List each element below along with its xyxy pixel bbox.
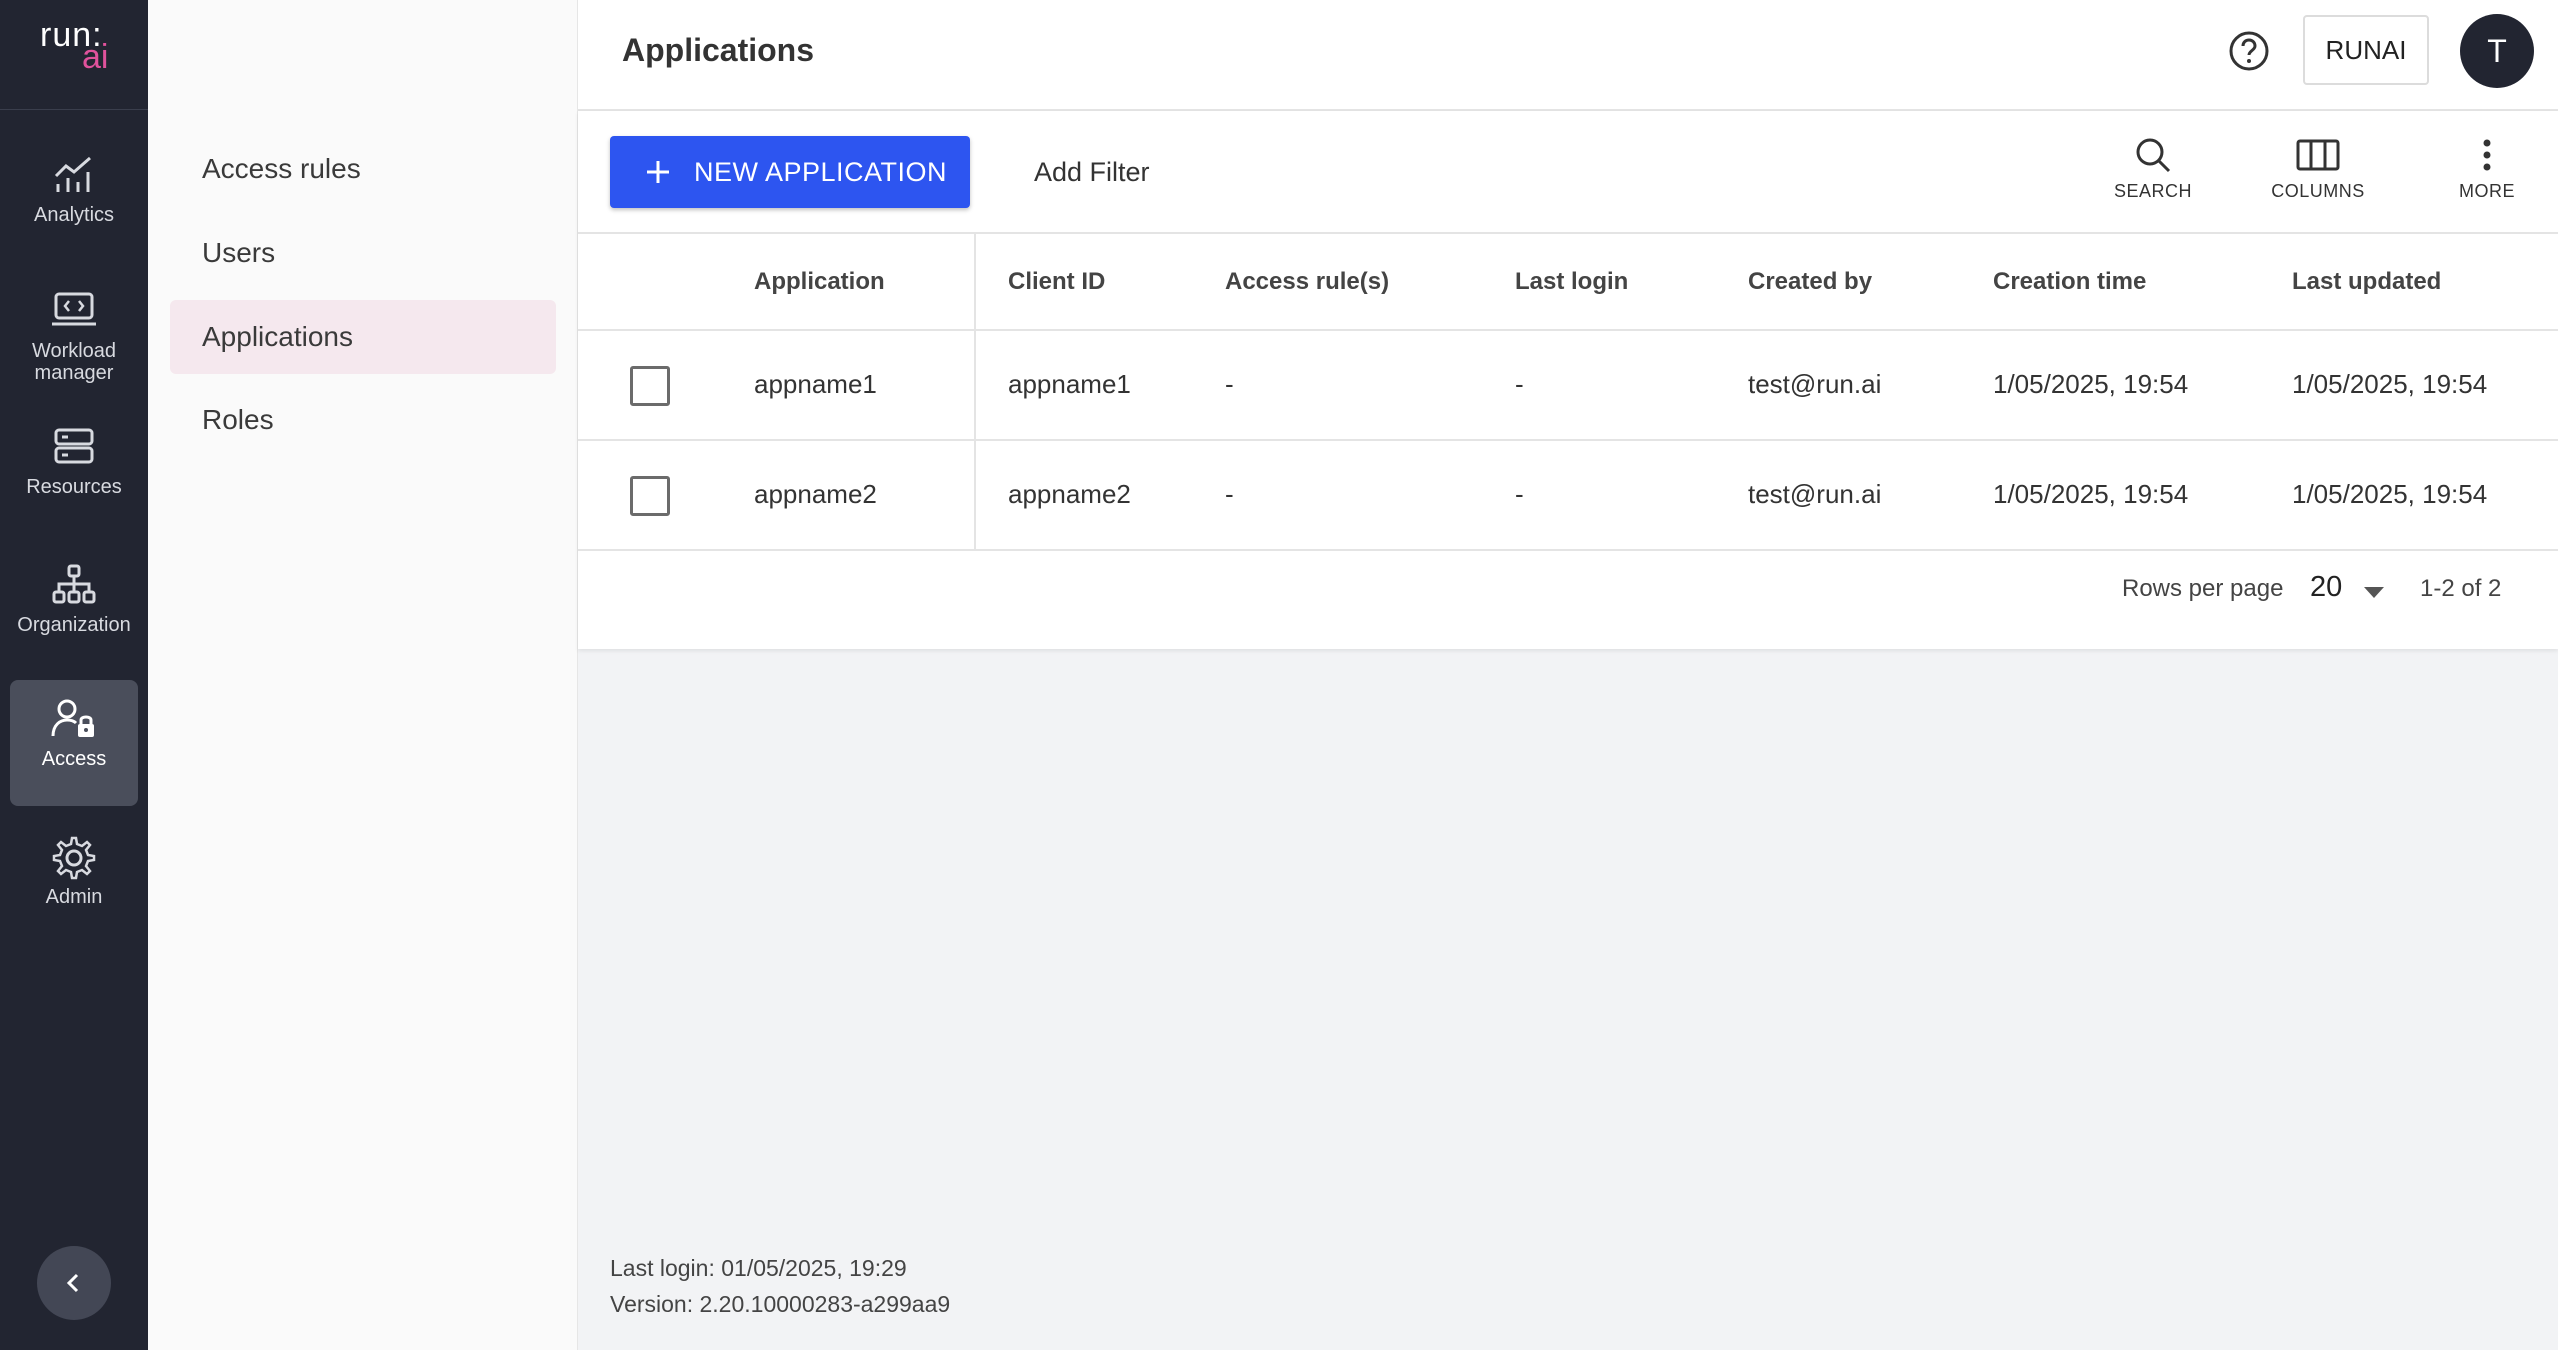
applications-panel: NEW APPLICATION Add Filter SEARCH COLUMN… xyxy=(578,111,2558,649)
table-toolbar: NEW APPLICATION Add Filter SEARCH COLUMN… xyxy=(578,111,2558,234)
subnav-applications[interactable]: Applications xyxy=(170,300,556,374)
nav-organization-label: Organization xyxy=(17,614,131,636)
nav-resources-label: Resources xyxy=(26,476,122,498)
new-application-label: NEW APPLICATION xyxy=(694,157,948,187)
organization-icon xyxy=(52,564,96,604)
cell-application: appname1 xyxy=(754,369,877,399)
version-text: Version: 2.20.10000283-a299aa9 xyxy=(610,1291,951,1317)
subnav-users[interactable]: Users xyxy=(170,216,556,290)
nav-organization[interactable]: Organization xyxy=(10,546,138,672)
columns-label: COLUMNS xyxy=(2271,181,2365,201)
subnav-access-rules[interactable]: Access rules xyxy=(170,132,556,206)
access-subnav: Access rules Users Applications Roles xyxy=(148,0,578,1350)
nav-admin[interactable]: Admin xyxy=(10,818,138,944)
cell-last-login: - xyxy=(1515,369,1524,399)
cell-last-login: - xyxy=(1515,479,1524,509)
columns-button[interactable]: COLUMNS xyxy=(2263,135,2373,202)
column-header-client-id[interactable]: Client ID xyxy=(1008,268,1105,296)
cell-client-id: appname1 xyxy=(1008,369,1131,399)
table-row[interactable]: appname1 appname1 - - test@run.ai 1/05/2… xyxy=(578,331,2558,441)
cell-last-updated: 1/05/2025, 19:54 xyxy=(2292,369,2488,399)
analytics-icon xyxy=(54,156,91,192)
nav-analytics[interactable]: Analytics xyxy=(10,136,138,262)
search-icon xyxy=(2136,138,2171,173)
main-content: Applications RUNAI T NEW APPLICATION Add… xyxy=(578,0,2558,1350)
table-row[interactable]: appname2 appname2 - - test@run.ai 1/05/2… xyxy=(578,441,2558,551)
column-header-created-by[interactable]: Created by xyxy=(1748,268,1872,296)
user-avatar[interactable]: T xyxy=(2460,14,2534,88)
resources-icon xyxy=(54,428,94,464)
cell-creation-time: 1/05/2025, 19:54 xyxy=(1993,369,2189,399)
cell-access-rules: - xyxy=(1225,479,1234,509)
collapse-nav-button[interactable] xyxy=(37,1246,111,1320)
rows-per-page-label: Rows per page xyxy=(2122,575,2284,602)
nav-analytics-label: Analytics xyxy=(33,204,115,226)
plus-icon xyxy=(647,161,669,183)
page-title: Applications xyxy=(622,32,815,68)
cell-access-rules: - xyxy=(1225,369,1234,399)
subnav-roles[interactable]: Roles xyxy=(170,383,556,457)
cell-application: appname2 xyxy=(754,479,877,509)
nav-resources[interactable]: Resources xyxy=(10,408,138,534)
nav-workload-manager[interactable]: Workload manager xyxy=(10,272,138,398)
pagination: Rows per page 20 1-2 of 2 xyxy=(578,551,2558,649)
workload-icon xyxy=(52,292,96,326)
nav-access[interactable]: Access xyxy=(10,680,138,806)
cell-created-by: test@run.ai xyxy=(1748,479,1882,509)
column-header-last-updated[interactable]: Last updated xyxy=(2292,268,2441,296)
nav-admin-label: Admin xyxy=(45,886,103,908)
new-application-button[interactable]: NEW APPLICATION xyxy=(610,136,970,208)
row-checkbox[interactable] xyxy=(630,476,670,516)
columns-icon xyxy=(2296,139,2340,171)
column-header-creation-time[interactable]: Creation time xyxy=(1993,268,2146,296)
row-checkbox[interactable] xyxy=(630,366,670,406)
cell-creation-time: 1/05/2025, 19:54 xyxy=(1993,479,2189,509)
column-header-application[interactable]: Application xyxy=(754,268,885,296)
column-header-last-login[interactable]: Last login xyxy=(1515,268,1628,296)
search-button[interactable]: SEARCH xyxy=(2108,135,2198,202)
footer-info: Last login: 01/05/2025, 19:29 Version: 2… xyxy=(610,1250,950,1322)
more-vertical-icon xyxy=(2483,139,2491,171)
nav-workload-label: Workload manager xyxy=(31,340,117,384)
more-label: MORE xyxy=(2459,181,2515,201)
main-nav-rail: run: ai Analytics Workload manager Resou… xyxy=(0,0,148,1350)
cell-client-id: appname2 xyxy=(1008,479,1131,509)
access-icon xyxy=(51,699,94,737)
search-label: SEARCH xyxy=(2113,181,2192,201)
tenant-button[interactable]: RUNAI xyxy=(2303,15,2429,85)
column-header-access-rules[interactable]: Access rule(s) xyxy=(1225,268,1389,296)
last-login-text: Last login: 01/05/2025, 19:29 xyxy=(610,1255,907,1281)
logo-part-ai: ai xyxy=(82,38,109,76)
table-header-row: Application Client ID Access rule(s) Las… xyxy=(578,234,2558,331)
top-bar: Applications RUNAI T xyxy=(578,0,2558,111)
runai-logo[interactable]: run: ai xyxy=(0,0,148,110)
nav-access-label: Access xyxy=(41,748,107,770)
page-range: 1-2 of 2 xyxy=(2420,575,2502,602)
add-filter-button[interactable]: Add Filter xyxy=(1034,157,1150,188)
cell-created-by: test@run.ai xyxy=(1748,369,1882,399)
chevron-left-icon xyxy=(66,1273,79,1293)
caret-down-icon[interactable] xyxy=(2363,585,2385,599)
gear-icon xyxy=(52,836,96,880)
more-button[interactable]: MORE xyxy=(2452,135,2522,202)
help-icon[interactable] xyxy=(2228,30,2270,72)
rows-per-page-select[interactable]: 20 xyxy=(2310,571,2342,604)
cell-last-updated: 1/05/2025, 19:54 xyxy=(2292,479,2488,509)
